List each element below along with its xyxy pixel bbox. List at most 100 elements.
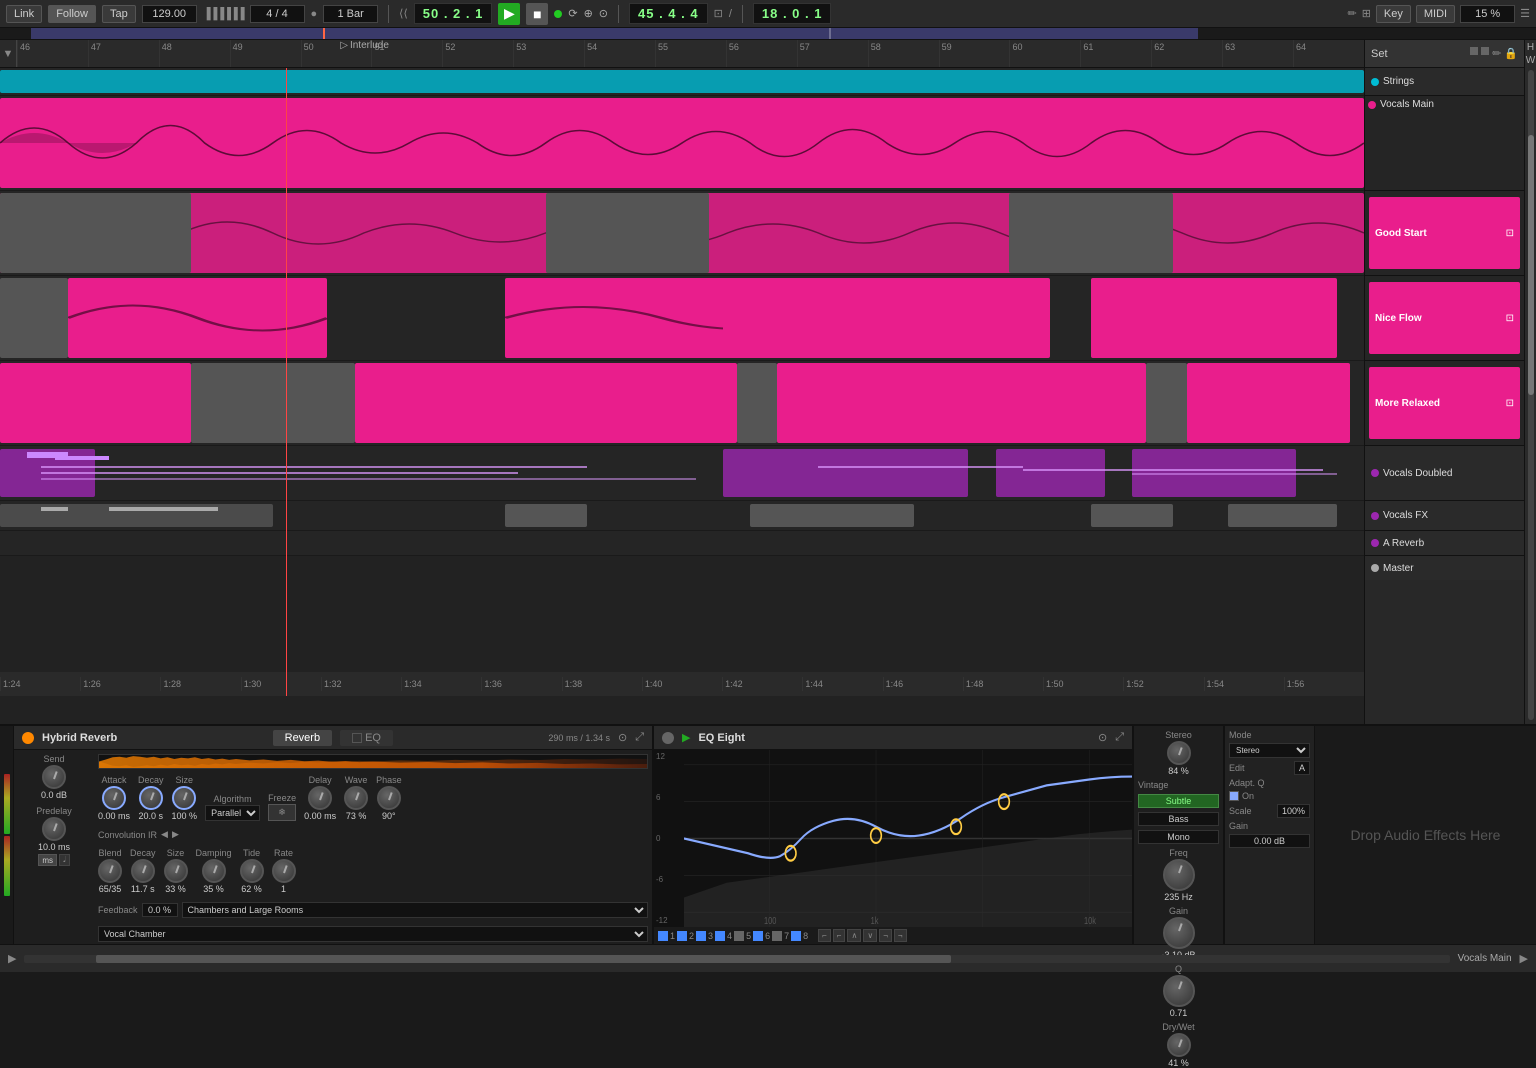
decay-knob[interactable] xyxy=(139,786,163,810)
vocals2-gray1[interactable] xyxy=(0,193,191,273)
vocals4-block4[interactable] xyxy=(777,363,1145,443)
delay-knob[interactable] xyxy=(308,786,332,810)
eq-options-icon[interactable]: ⊙ xyxy=(1098,731,1107,744)
feedback-value[interactable]: 0.0 % xyxy=(142,903,178,917)
scene-lock[interactable]: 🔒 xyxy=(1504,47,1518,60)
edit-value[interactable]: A xyxy=(1294,761,1310,775)
ir-left-btn[interactable]: ◀ xyxy=(161,829,168,840)
eq-play-icon[interactable]: ▶ xyxy=(682,731,690,744)
scene-pencil[interactable]: ✏ xyxy=(1492,47,1501,60)
vocals4-gray3[interactable] xyxy=(1146,363,1187,443)
scene-more-relaxed-block[interactable]: More Relaxed ⊡ xyxy=(1369,367,1520,439)
wave-knob[interactable] xyxy=(344,786,368,810)
drop-zone[interactable]: Drop Audio Effects Here xyxy=(1314,726,1536,944)
key-button[interactable]: Key xyxy=(1376,5,1411,23)
vfx-clip4[interactable] xyxy=(1091,504,1173,527)
filter-notch[interactable]: ∨ xyxy=(863,929,877,942)
filter-peak[interactable]: ∧ xyxy=(847,929,861,942)
adapt-q-check[interactable] xyxy=(1229,791,1239,801)
zoom-display[interactable]: 15 % xyxy=(1460,5,1515,23)
loop-icon[interactable]: ⟳ xyxy=(568,7,577,20)
vfx-clip3[interactable] xyxy=(750,504,914,527)
ruler-collapse[interactable]: ▼ xyxy=(0,48,16,60)
vd-clip2[interactable] xyxy=(723,449,969,497)
attack-knob[interactable] xyxy=(102,786,126,810)
vscroll-thumb[interactable] xyxy=(1528,135,1534,395)
scene-more-relaxed[interactable]: More Relaxed ⊡ xyxy=(1365,361,1524,446)
vocals4-block5[interactable] xyxy=(1187,363,1351,443)
vocals3-block5[interactable] xyxy=(1091,278,1337,358)
predelay-knob[interactable] xyxy=(42,817,66,841)
freeze-btn[interactable]: ❄ xyxy=(268,804,296,821)
band-3-btn[interactable]: 3 xyxy=(696,931,713,941)
drywet-knob[interactable] xyxy=(1167,1033,1191,1057)
sync-button[interactable]: 𝅘𝅥 xyxy=(59,854,70,866)
filter-lo-shelf[interactable]: ¬ xyxy=(879,929,892,942)
eq-graph[interactable]: 12 6 0 -6 -12 xyxy=(654,750,1132,927)
scale-value[interactable]: 100% xyxy=(1277,804,1310,818)
position-display[interactable]: 50 . 2 . 1 xyxy=(414,3,493,24)
send-knob[interactable] xyxy=(42,765,66,789)
gain-knob[interactable] xyxy=(1163,917,1195,949)
vfx-clip2[interactable] xyxy=(505,504,587,527)
decay2-knob[interactable] xyxy=(131,859,155,883)
mini-timeline[interactable] xyxy=(0,28,1536,40)
stop-button[interactable]: ■ xyxy=(526,3,548,25)
follow-button[interactable]: Follow xyxy=(48,5,96,23)
freq-knob[interactable] xyxy=(1163,859,1195,891)
vocals2-gray2[interactable] xyxy=(546,193,710,273)
punch-icon[interactable]: ⊕ xyxy=(584,7,593,20)
eq-power-btn[interactable] xyxy=(662,732,674,744)
bpm-display[interactable]: 129.00 xyxy=(142,5,197,23)
phase-knob[interactable] xyxy=(377,786,401,810)
algorithm-select[interactable]: Parallel Series xyxy=(205,805,260,821)
strings-clip[interactable] xyxy=(0,70,1364,93)
vocals4-gray2[interactable] xyxy=(737,363,778,443)
band-6-btn[interactable]: 6 xyxy=(753,931,770,941)
timeline-ruler[interactable]: ▼ ▷ Interlude 46 47 48 49 50 51 xyxy=(0,40,1364,68)
mode-select[interactable]: Stereo L/R M/S xyxy=(1229,743,1310,758)
vocals2-gray3[interactable] xyxy=(1009,193,1173,273)
tap-button[interactable]: Tap xyxy=(102,5,136,23)
filter-hi-cut[interactable]: ¬ xyxy=(894,929,907,942)
midi-button[interactable]: MIDI xyxy=(1416,5,1455,23)
stereo-knob[interactable] xyxy=(1167,741,1191,765)
ir-vocal-select[interactable]: Vocal Chamber xyxy=(98,926,648,942)
band-4-btn[interactable]: 4 xyxy=(715,931,732,941)
vocals-main-clip-full[interactable] xyxy=(0,98,1364,188)
vocals4-block3[interactable] xyxy=(491,363,737,443)
play-button[interactable]: ▶ xyxy=(498,3,520,25)
ir-rooms-select[interactable]: Chambers and Large Rooms xyxy=(182,902,648,918)
bass-value[interactable]: Mono xyxy=(1138,830,1219,844)
band-5-btn[interactable]: 5 xyxy=(734,931,751,941)
time-sig-display[interactable]: 4 / 4 xyxy=(250,5,305,23)
blend-knob[interactable] xyxy=(98,859,122,883)
vscroll-track[interactable] xyxy=(1528,70,1534,720)
ir-right-btn[interactable]: ▶ xyxy=(172,829,179,840)
tide-knob[interactable] xyxy=(240,859,264,883)
scroll-w[interactable]: W xyxy=(1526,55,1535,66)
gain2-value[interactable]: 0.00 dB xyxy=(1229,834,1310,848)
vocals4-gray1[interactable] xyxy=(191,363,355,443)
scene-nice-flow[interactable]: Nice Flow ⊡ xyxy=(1365,276,1524,361)
filter-lo-cut[interactable]: ⌐ xyxy=(818,929,831,942)
bottom-scroll-thumb[interactable] xyxy=(96,955,951,963)
loop-mode-display[interactable]: 1 Bar xyxy=(323,5,378,23)
position2-display[interactable]: 45 . 4 . 4 xyxy=(629,3,708,24)
click-icon[interactable]: ⊙ xyxy=(599,7,608,20)
position3-display[interactable]: 18 . 0 . 1 xyxy=(753,3,832,24)
link-button[interactable]: Link xyxy=(6,5,42,23)
vfx-clip5[interactable] xyxy=(1228,504,1337,527)
prev-icon[interactable]: ⟨⟨ xyxy=(399,7,408,20)
reverb-tab-reverb[interactable]: Reverb xyxy=(273,730,332,746)
vd-clip3[interactable] xyxy=(996,449,1105,497)
band-8-btn[interactable]: 8 xyxy=(791,931,808,941)
size-knob[interactable] xyxy=(172,786,196,810)
size2-knob[interactable] xyxy=(164,859,188,883)
reverb-power-btn[interactable] xyxy=(22,732,34,744)
q-knob[interactable] xyxy=(1163,975,1195,1007)
scene-good-start[interactable]: Good Start ⊡ xyxy=(1365,191,1524,276)
damping-knob[interactable] xyxy=(202,859,226,883)
rate-knob[interactable] xyxy=(272,859,296,883)
bottom-scroll[interactable] xyxy=(24,955,1449,963)
